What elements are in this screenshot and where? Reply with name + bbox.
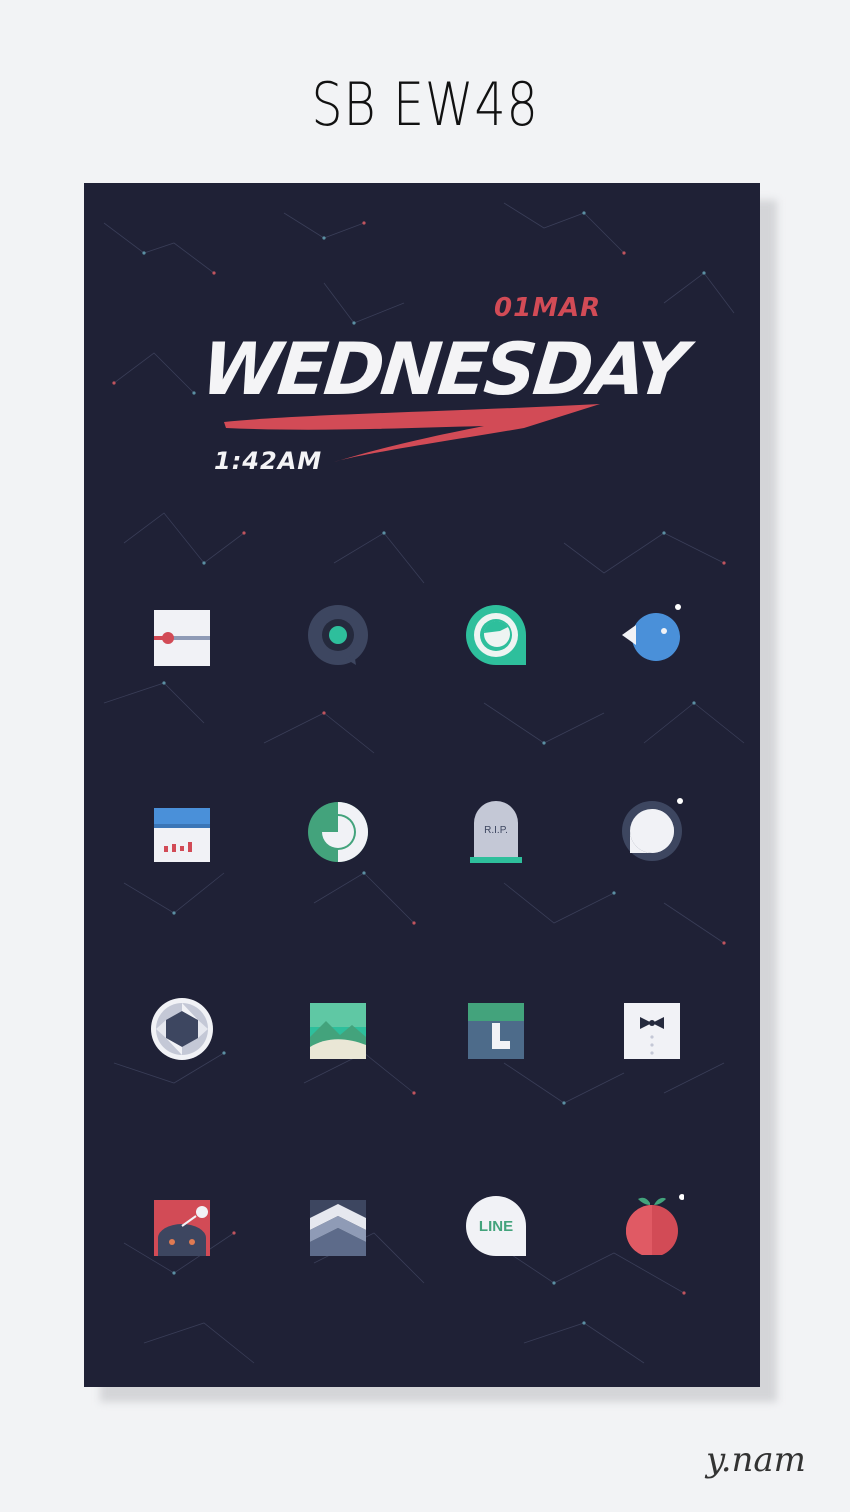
line-text: LINE: [479, 1218, 513, 1235]
green-download-icon[interactable]: [464, 997, 528, 1061]
slider-icon[interactable]: [150, 606, 214, 670]
bowtie-icon[interactable]: [620, 997, 684, 1061]
chat-bubble-icon[interactable]: [620, 797, 684, 861]
author-signature: y.nam: [706, 1440, 806, 1480]
time-label: 1:42AM: [214, 447, 323, 475]
aperture-icon[interactable]: [150, 997, 214, 1061]
page-title: SB EW48: [311, 70, 539, 140]
calendar-icon[interactable]: [150, 802, 214, 866]
green-ring-icon[interactable]: [306, 800, 370, 864]
phone-screen: 01MAR WEDNESDAY 1:42AM R.I.P. LINE: [84, 183, 760, 1387]
line-messenger-icon[interactable]: LINE: [464, 1194, 528, 1258]
teal-chat-icon[interactable]: [464, 603, 528, 667]
weekday-label: WEDNESDAY: [197, 327, 689, 411]
landscape-photo-icon[interactable]: [306, 997, 370, 1061]
camera-chat-icon[interactable]: [306, 603, 370, 667]
date-label: 01MAR: [494, 293, 602, 323]
mountain-layers-icon[interactable]: [306, 1194, 370, 1258]
tombstone-text: R.I.P.: [484, 825, 508, 836]
clock-widget: 01MAR WEDNESDAY 1:42AM: [84, 183, 760, 543]
bird-icon[interactable]: [620, 601, 684, 665]
tombstone-icon[interactable]: R.I.P.: [464, 801, 528, 865]
reddit-alien-icon[interactable]: [150, 1194, 214, 1258]
apple-icon[interactable]: [620, 1191, 684, 1255]
